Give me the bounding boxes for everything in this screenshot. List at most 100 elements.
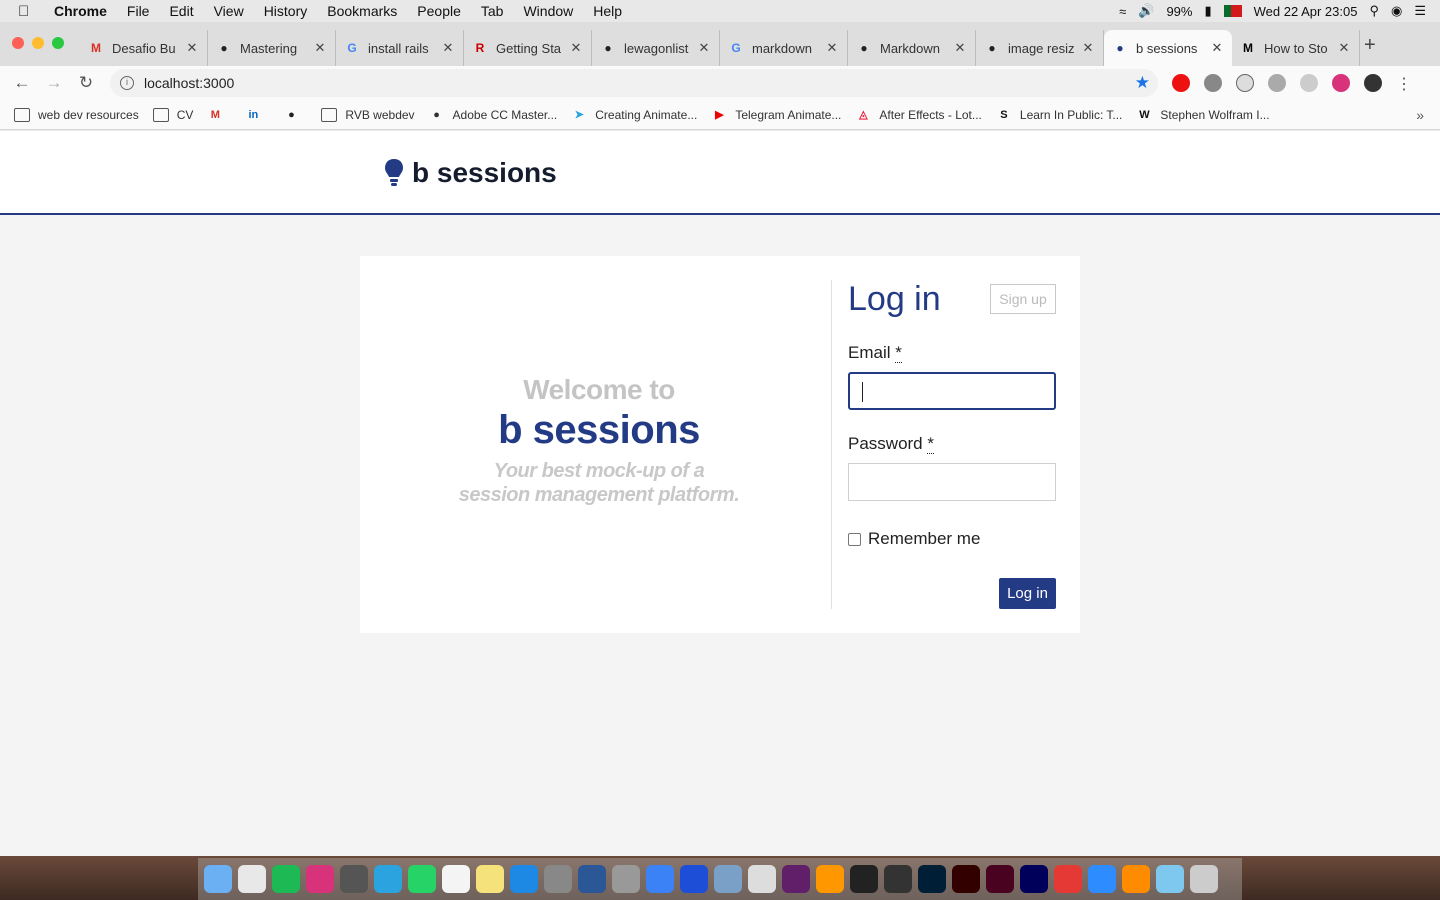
sign-up-button[interactable]: Sign up [990, 284, 1056, 314]
telegram-icon[interactable] [374, 865, 402, 893]
bookmark-item[interactable]: web dev resources [14, 107, 139, 122]
close-tab-icon[interactable]: ✕ [697, 40, 711, 56]
browser-tab[interactable]: Ginstall rails ✕ [336, 30, 464, 66]
indesign-icon[interactable] [986, 865, 1014, 893]
after-effects-icon[interactable] [1020, 865, 1048, 893]
browser-tab[interactable]: M Desafio Bu ✕ [80, 30, 208, 66]
bookmark-item[interactable]: RVB webdev [321, 107, 415, 122]
minimize-window-button[interactable] [32, 37, 44, 49]
bookmark-item[interactable]: W Stephen Wolfram I... [1136, 108, 1269, 122]
battery-percent[interactable]: 99% [1166, 4, 1192, 19]
sublime-icon[interactable] [816, 865, 844, 893]
close-tab-icon[interactable]: ✕ [1081, 40, 1095, 56]
tab-title[interactable]: How to Sto [1264, 41, 1337, 56]
siri-icon[interactable]: ◉ [1391, 3, 1402, 19]
browser-tab[interactable]: Gmarkdown ✕ [720, 30, 848, 66]
menu-tab[interactable]: Tab [481, 3, 504, 19]
finder-icon[interactable] [204, 865, 232, 893]
bookmark-item[interactable]: M [207, 108, 231, 122]
more-bookmarks-chevron-icon[interactable]: » [1416, 107, 1424, 123]
wifi-icon[interactable]: ≈ [1119, 4, 1126, 19]
tab-title[interactable]: Mastering [240, 41, 313, 56]
bookmark-item[interactable]: ● [283, 108, 307, 122]
bookmark-label[interactable]: After Effects - Lot... [879, 108, 982, 122]
screenshot-icon[interactable] [340, 865, 368, 893]
word-icon[interactable] [578, 865, 606, 893]
bookmark-item[interactable]: CV [152, 107, 194, 122]
system-preferences-icon[interactable] [544, 865, 572, 893]
zoom-icon[interactable] [1088, 865, 1116, 893]
close-tab-icon[interactable]: ✕ [1337, 40, 1351, 56]
terminal-icon[interactable] [850, 865, 878, 893]
new-tab-button[interactable]: + [1364, 34, 1376, 57]
chrome-menu-icon[interactable]: ⋮ [1396, 74, 1412, 93]
tab-title[interactable]: install rails [368, 41, 441, 56]
trash-icon[interactable] [1190, 865, 1218, 893]
close-tab-icon[interactable]: ✕ [185, 40, 199, 56]
close-tab-icon[interactable]: ✕ [313, 40, 327, 56]
bookmark-label[interactable]: CV [177, 108, 194, 122]
tab-title[interactable]: markdown [752, 41, 825, 56]
slack-icon[interactable] [782, 865, 810, 893]
eyedropper-extension-icon[interactable] [1268, 74, 1286, 92]
zoom-clone-icon[interactable] [680, 865, 708, 893]
remember-me-row[interactable]: Remember me [848, 529, 1056, 549]
calendar-icon[interactable] [442, 865, 470, 893]
close-tab-icon[interactable]: ✕ [825, 40, 839, 56]
bookmark-label[interactable]: RVB webdev [345, 108, 414, 122]
spotlight-search-icon[interactable]: ⚲ [1369, 3, 1379, 19]
browser-tab[interactable]: ● Markdown ✕ [848, 30, 976, 66]
menu-bookmarks[interactable]: Bookmarks [327, 3, 397, 19]
browser-tab[interactable]: ● Mastering ✕ [208, 30, 336, 66]
photoshop-icon[interactable] [918, 865, 946, 893]
zoom-window-button[interactable] [52, 37, 64, 49]
tab-title[interactable]: Getting Sta [496, 41, 569, 56]
input-source-flag-icon[interactable] [1223, 5, 1242, 17]
tab-title[interactable]: Desafio Bu [112, 41, 185, 56]
notes-icon[interactable] [476, 865, 504, 893]
battery-icon[interactable]: ▮ [1204, 3, 1211, 19]
close-window-button[interactable] [12, 37, 24, 49]
bookmark-label[interactable]: Creating Animate... [595, 108, 697, 122]
drive-extension-icon[interactable] [1204, 74, 1222, 92]
scripts-icon[interactable] [748, 865, 776, 893]
notification-center-icon[interactable]: ☰ [1414, 3, 1426, 19]
browser-tab[interactable]: ● lewagonlist ✕ [592, 30, 720, 66]
chrome-icon[interactable] [238, 865, 266, 893]
bookmark-label[interactable]: Telegram Animate... [735, 108, 841, 122]
close-tab-icon[interactable]: ✕ [953, 40, 967, 56]
menu-help[interactable]: Help [593, 3, 622, 19]
close-tab-icon[interactable]: ✕ [569, 40, 583, 56]
tab-title[interactable]: lewagonlist [624, 41, 697, 56]
illustrator-icon[interactable] [952, 865, 980, 893]
browser-tab[interactable]: ● image resiz ✕ [976, 30, 1104, 66]
tab-title[interactable]: b sessions [1136, 41, 1210, 56]
menu-app-name[interactable]: Chrome [54, 3, 107, 19]
bookmark-label[interactable]: Adobe CC Master... [453, 108, 558, 122]
instagram-extension-icon[interactable] [1332, 74, 1350, 92]
vpn-icon[interactable] [714, 865, 742, 893]
clock[interactable]: Wed 22 Apr 23:05 [1254, 4, 1358, 19]
bookmark-item[interactable]: ➤ Creating Animate... [571, 108, 698, 122]
browser-tab[interactable]: R Getting Sta ✕ [464, 30, 592, 66]
hand-icon[interactable] [1054, 865, 1082, 893]
forward-arrow-icon[interactable]: → [38, 73, 70, 93]
bookmark-item[interactable]: S Learn In Public: T... [996, 108, 1122, 122]
instagram-icon[interactable] [306, 865, 334, 893]
bookmark-label[interactable]: web dev resources [38, 108, 139, 122]
apple-icon[interactable]:  [18, 3, 40, 20]
menu-people[interactable]: People [417, 3, 461, 19]
remember-me-label[interactable]: Remember me [868, 529, 980, 549]
password-field[interactable] [848, 463, 1056, 501]
bookmark-star-icon[interactable]: ★ [1135, 73, 1150, 93]
quicktime-icon[interactable] [646, 865, 674, 893]
profile-avatar[interactable] [1364, 74, 1382, 92]
browser-tab[interactable]: ● b sessions ✕ [1104, 30, 1232, 66]
log-in-button[interactable]: Log in [999, 578, 1056, 609]
infuse-icon[interactable] [1122, 865, 1150, 893]
address-bar[interactable]: i localhost:3000 ★ [110, 69, 1158, 97]
github-icon[interactable] [884, 865, 912, 893]
whatsapp-icon[interactable] [408, 865, 436, 893]
close-tab-icon[interactable]: ✕ [1210, 40, 1224, 56]
menu-file[interactable]: File [127, 3, 150, 19]
